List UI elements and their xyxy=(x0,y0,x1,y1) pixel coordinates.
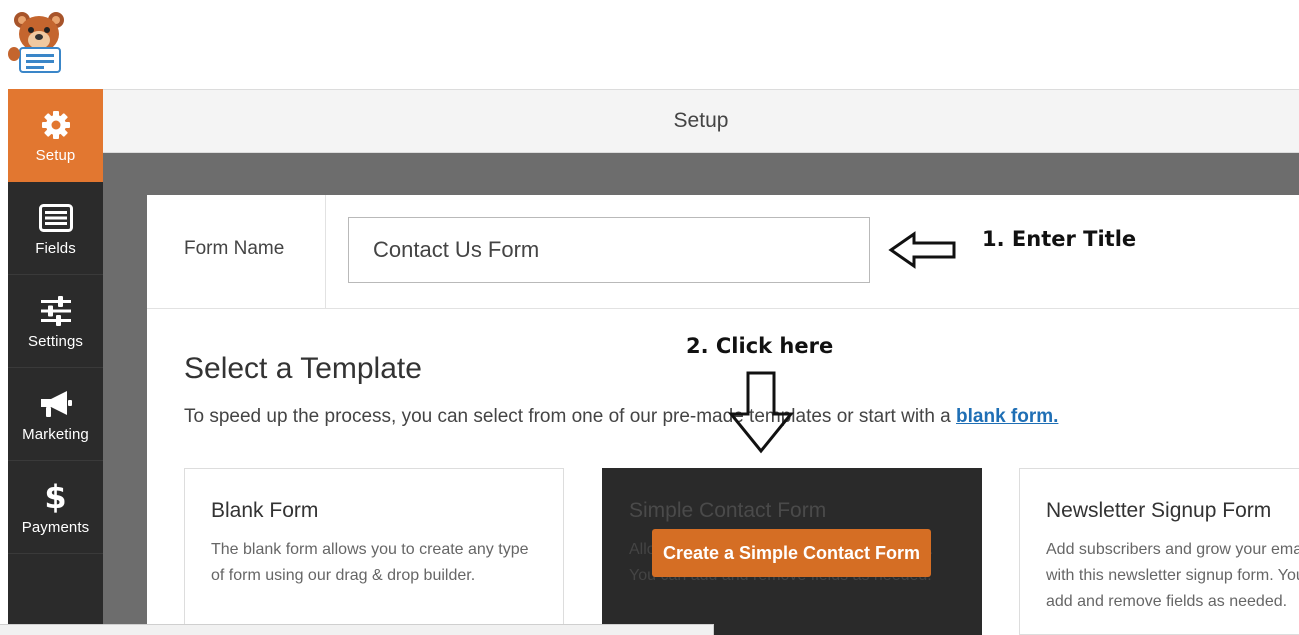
divider xyxy=(325,195,326,308)
dollar-icon: $ xyxy=(44,477,67,516)
annotation-step-2: 2. Click here xyxy=(686,334,834,358)
builder-header: Setup xyxy=(103,89,1299,153)
create-simple-contact-form-button[interactable]: Create a Simple Contact Form xyxy=(652,529,931,577)
template-card-blank[interactable]: Blank Form The blank form allows you to … xyxy=(184,468,564,635)
sidebar-item-label: Marketing xyxy=(22,425,89,443)
blank-form-link[interactable]: blank form. xyxy=(956,406,1058,427)
sidebar-item-setup[interactable]: Setup xyxy=(8,89,103,182)
description-text: To speed up the process, you can select … xyxy=(184,406,951,427)
sidebar-item-label: Settings xyxy=(28,332,83,350)
template-title: Newsletter Signup Form xyxy=(1046,499,1272,522)
annotation-step-1: 1. Enter Title xyxy=(982,227,1137,251)
template-title: Blank Form xyxy=(211,499,319,522)
template-title: Simple Contact Form xyxy=(629,499,827,522)
wpforms-bear-logo xyxy=(8,8,72,74)
template-description: The blank form allows you to create any … xyxy=(211,541,529,584)
arrow-left-icon xyxy=(888,231,956,269)
sliders-icon xyxy=(38,293,74,329)
status-tooltip-strip xyxy=(0,624,714,635)
template-description: Add subscribers and grow your email list… xyxy=(1046,541,1299,610)
form-name-input[interactable] xyxy=(348,217,870,283)
arrow-down-icon xyxy=(728,371,794,454)
form-name-label: Form Name xyxy=(184,238,285,259)
megaphone-icon xyxy=(38,386,74,422)
gear-icon xyxy=(38,107,74,143)
sidebar-item-label: Fields xyxy=(35,239,76,257)
sidebar-item-payments[interactable]: $ Payments xyxy=(8,461,103,554)
sidebar-item-marketing[interactable]: Marketing xyxy=(8,368,103,461)
select-template-description: To speed up the process, you can select … xyxy=(184,406,1058,428)
page-title: Setup xyxy=(673,109,729,132)
sidebar-item-label: Setup xyxy=(35,147,76,164)
builder-sidebar: Setup Fields Settings Marketing $ Paymen… xyxy=(8,89,103,635)
sidebar-item-fields[interactable]: Fields xyxy=(8,182,103,275)
sidebar-item-settings[interactable]: Settings xyxy=(8,275,103,368)
select-template-heading: Select a Template xyxy=(184,352,422,385)
sidebar-item-label: Payments xyxy=(21,518,90,536)
template-card-newsletter[interactable]: Newsletter Signup Form Add subscribers a… xyxy=(1019,468,1299,635)
list-icon xyxy=(38,200,74,236)
